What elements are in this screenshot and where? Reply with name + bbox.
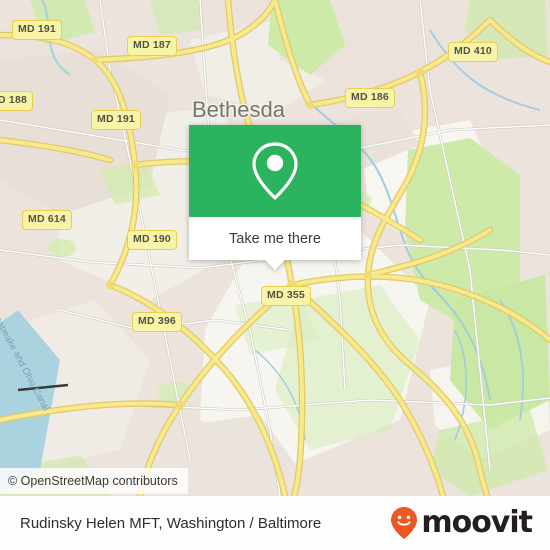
road-shield-md-614[interactable]: MD 614	[22, 210, 72, 230]
take-me-there-label: Take me there	[229, 230, 321, 247]
moovit-logo[interactable]: moovit	[389, 506, 550, 540]
footer-bar: Rudinsky Helen MFT, Washington / Baltimo…	[0, 496, 550, 550]
popup-cta-area[interactable]: Take me there	[189, 217, 361, 270]
moovit-smiley-pin-icon	[391, 507, 418, 539]
moovit-wordmark: moovit	[421, 505, 533, 540]
road-shield-md-187[interactable]: MD 187	[127, 36, 177, 56]
popup-pointer-tail	[264, 259, 286, 270]
road-shield-md-396[interactable]: MD 396	[132, 312, 182, 332]
location-popup-card[interactable]: Take me there	[189, 125, 361, 270]
place-label-bethesda: Bethesda	[192, 97, 285, 122]
road-shield-md-410[interactable]: MD 410	[448, 42, 498, 62]
road-shield-md-190[interactable]: MD 190	[127, 230, 177, 250]
attribution-text: © OpenStreetMap contributors	[8, 474, 178, 488]
road-shield-md-188[interactable]: D 188	[0, 91, 34, 111]
road-shield-md-355[interactable]: MD 355	[261, 286, 311, 306]
road-shield-md-191-south[interactable]: MD 191	[91, 110, 141, 130]
map-pin-icon	[252, 142, 298, 200]
map-screenshot: Bethesda Chesapeake and Ohio Canal MD 19…	[0, 0, 550, 550]
popup-icon-area	[189, 125, 361, 217]
road-shield-md-186[interactable]: MD 186	[345, 88, 395, 108]
road-shield-md-191-north[interactable]: MD 191	[12, 20, 62, 40]
page-title: Rudinsky Helen MFT, Washington / Baltimo…	[20, 514, 322, 532]
map-attribution[interactable]: © OpenStreetMap contributors	[0, 468, 188, 494]
